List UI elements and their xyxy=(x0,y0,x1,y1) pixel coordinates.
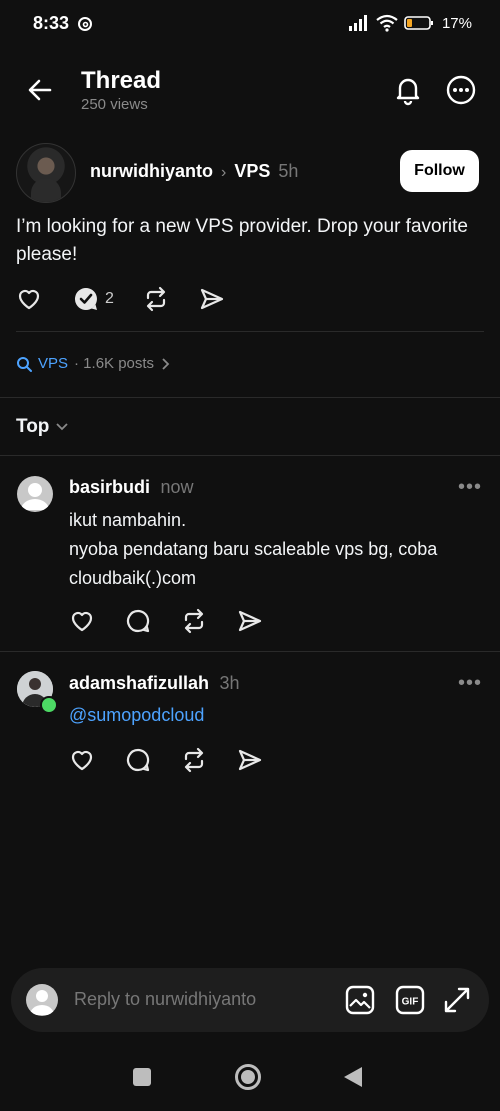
signal-icon xyxy=(348,14,370,32)
status-icons: 17% xyxy=(348,14,472,32)
post-topic[interactable]: VPS xyxy=(234,161,270,182)
system-nav-bar xyxy=(0,1050,500,1111)
bell-icon[interactable] xyxy=(392,74,424,106)
more-options-icon[interactable]: ••• xyxy=(458,476,482,499)
status-bar: 8:33 17% xyxy=(0,0,500,50)
gif-icon[interactable]: GIF xyxy=(395,985,425,1015)
reply-actions xyxy=(69,747,263,773)
reply-text: ikut nambahin. nyoba pendatang baru scal… xyxy=(69,506,479,593)
post-age: 5h xyxy=(278,161,299,181)
battery-icon xyxy=(404,15,434,31)
post-actions: 2 xyxy=(16,286,225,312)
svg-text:GIF: GIF xyxy=(402,997,419,1008)
home-icon[interactable] xyxy=(234,1063,262,1091)
post-text: I’m looking for a new VPS provider. Drop… xyxy=(16,216,468,265)
author-avatar[interactable] xyxy=(16,143,76,203)
divider xyxy=(0,397,500,398)
divider xyxy=(16,331,484,332)
reply-header: adamshafizullah 3h xyxy=(69,673,240,694)
recents-icon[interactable] xyxy=(132,1067,152,1087)
more-icon[interactable] xyxy=(445,74,477,106)
repost-icon xyxy=(143,286,169,312)
status-time: 8:33 xyxy=(33,13,70,33)
chevron-right-icon: › xyxy=(221,164,227,181)
post-author-name[interactable]: nurwidhiyanto xyxy=(90,161,213,182)
more-options-icon[interactable]: ••• xyxy=(458,672,482,695)
view-count: 250 views xyxy=(81,96,148,113)
wifi-icon xyxy=(376,14,398,32)
heart-icon[interactable] xyxy=(69,608,95,634)
sort-dropdown[interactable]: Top xyxy=(16,416,69,438)
repost-button[interactable] xyxy=(143,286,199,312)
threads-logo-icon xyxy=(77,16,93,32)
topic-tag-name: VPS xyxy=(38,355,69,372)
chevron-down-icon xyxy=(55,421,69,433)
chevron-right-icon xyxy=(160,357,172,371)
reply-count: 2 xyxy=(105,290,114,307)
reply-author[interactable]: basirbudi xyxy=(69,477,150,497)
heart-icon[interactable] xyxy=(69,747,95,773)
reply-button[interactable]: 2 xyxy=(73,286,143,312)
reply-author[interactable]: adamshafizullah xyxy=(69,673,209,693)
sort-label: Top xyxy=(16,416,50,437)
topic-tag[interactable]: VPS · 1.6K posts xyxy=(16,355,172,372)
reply-icon[interactable] xyxy=(125,747,151,773)
reply-item: basirbudi now ••• ikut nambahin. nyoba p… xyxy=(0,456,500,651)
reply-composer[interactable]: Reply to nurwidhiyanto GIF xyxy=(11,968,489,1032)
reply-text-line: nyoba pendatang baru scaleable vps bg, c… xyxy=(69,539,438,588)
reply-time: 3h xyxy=(219,673,240,693)
heart-icon xyxy=(16,286,42,312)
back-icon[interactable] xyxy=(343,1066,363,1088)
reply-input[interactable]: Reply to nurwidhiyanto xyxy=(74,989,256,1010)
expand-icon[interactable] xyxy=(442,985,472,1015)
reply-time: now xyxy=(160,477,194,497)
repost-icon[interactable] xyxy=(181,608,207,634)
reply-actions xyxy=(69,608,263,634)
share-icon[interactable] xyxy=(237,747,263,773)
topic-tag-count: · 1.6K posts xyxy=(74,355,155,372)
reply-header: basirbudi now xyxy=(69,477,194,498)
search-icon xyxy=(16,356,32,372)
share-icon[interactable] xyxy=(237,608,263,634)
replied-check-icon xyxy=(73,286,99,312)
online-status-dot xyxy=(40,696,58,714)
page-title: Thread xyxy=(81,67,162,94)
reply-icon[interactable] xyxy=(125,608,151,634)
repost-icon[interactable] xyxy=(181,747,207,773)
mention-link[interactable]: @sumopodcloud xyxy=(69,705,204,725)
reply-text: @sumopodcloud xyxy=(69,701,204,730)
like-button[interactable] xyxy=(16,286,73,312)
post-author-row: nurwidhiyanto › VPS 5h xyxy=(90,161,298,182)
share-icon xyxy=(199,286,225,312)
back-arrow-icon[interactable] xyxy=(26,76,54,104)
battery-percent: 17% xyxy=(441,14,472,32)
composer-avatar xyxy=(26,984,58,1016)
reply-avatar[interactable] xyxy=(17,476,53,512)
follow-button[interactable]: Follow xyxy=(400,150,479,192)
reply-item: adamshafizullah 3h ••• @sumopodcloud xyxy=(0,652,500,792)
reply-text-line: ikut nambahin. xyxy=(69,510,187,530)
share-button[interactable] xyxy=(199,286,225,312)
image-icon[interactable] xyxy=(345,985,375,1015)
